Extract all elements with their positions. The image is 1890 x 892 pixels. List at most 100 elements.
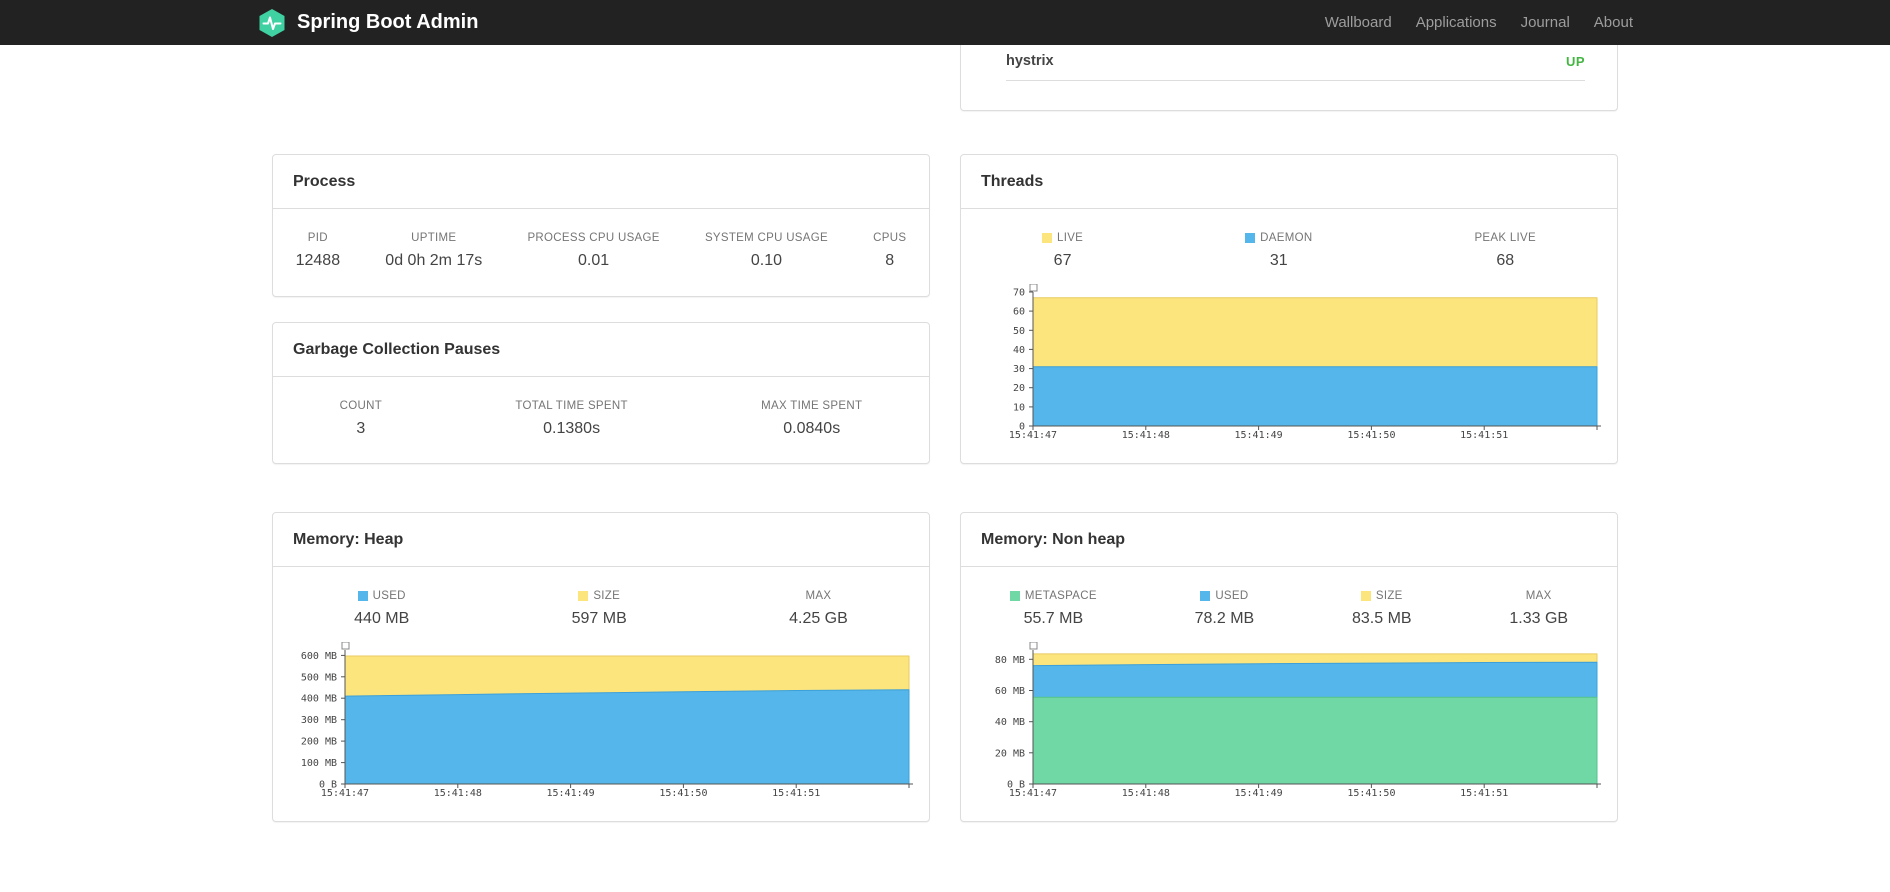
svg-text:15:41:51: 15:41:51 [1460, 430, 1508, 441]
svg-text:15:41:48: 15:41:48 [1122, 788, 1170, 799]
legend-swatch-daemon [1245, 233, 1256, 243]
stat-label: PID [307, 232, 328, 244]
svg-text:40 MB: 40 MB [995, 717, 1025, 728]
legend-swatch-size [578, 591, 589, 601]
stat-label: CPUS [873, 232, 907, 244]
legend-label: MAX [805, 590, 832, 602]
stat-label: UPTIME [411, 232, 457, 244]
process-panel: Process PID 12488 UPTIME 0d 0h 2m 17s PR… [272, 154, 930, 297]
application-status-row[interactable]: hystrix UP [1006, 45, 1585, 81]
legend-text: DAEMON [1260, 232, 1313, 244]
stat-system-cpu-usage: SYSTEM CPU USAGE 0.10 [705, 232, 828, 270]
stat-gc-total-time: TOTAL TIME SPENT 0.1380s [515, 400, 627, 438]
stat-uptime: UPTIME 0d 0h 2m 17s [385, 232, 482, 270]
legend-swatch-metaspace [1009, 591, 1020, 601]
status-badge: UP [1565, 53, 1585, 69]
legend-value: 83.5 MB [1351, 610, 1412, 627]
legend-text: USED [372, 590, 406, 602]
threads-panel: Threads LIVE 67 DAEMON 31 PEAK LIVE 68 0… [960, 154, 1618, 464]
legend-label: DAEMON [1245, 232, 1312, 244]
legend-value: 31 [1269, 252, 1288, 269]
svg-text:15:41:50: 15:41:50 [1347, 430, 1395, 441]
memory-nonheap-chart: 0 B 20 MB 40 MB 60 MB 80 MB 15:41:47 15:41:48 1… [961, 641, 1617, 812]
memory-heap-panel-title: Memory: Heap [273, 513, 929, 567]
stat-value: 12488 [295, 252, 341, 269]
nav-item-applications[interactable]: Applications [1404, 14, 1509, 31]
legend-value: 67 [1053, 252, 1072, 269]
legend-value: 78.2 MB [1194, 610, 1255, 627]
legend-nonheap-size: SIZE 83.5 MB [1352, 590, 1412, 628]
legend-value: 1.33 GB [1509, 610, 1569, 627]
svg-text:40: 40 [1013, 345, 1025, 356]
memory-nonheap-panel: Memory: Non heap METASPACE 55.7 MB USED … [960, 512, 1618, 822]
nav-item-journal[interactable]: Journal [1509, 14, 1582, 31]
stat-gc-max-time: MAX TIME SPENT 0.0840s [761, 400, 862, 438]
threads-chart: 0 10 20 30 40 50 60 70 15:41:47 15:41:48 15:41:49 1… [961, 283, 1617, 454]
svg-text:15:41:51: 15:41:51 [1460, 788, 1508, 799]
legend-label: LIVE [1042, 232, 1083, 244]
svg-text:80 MB: 80 MB [995, 655, 1025, 666]
stat-gc-count: COUNT 3 [340, 400, 382, 438]
legend-value: 440 MB [354, 610, 410, 627]
stat-pid: PID 12488 [296, 232, 341, 270]
memory-nonheap-panel-title: Memory: Non heap [961, 513, 1617, 567]
left-column: Process PID 12488 UPTIME 0d 0h 2m 17s PR… [257, 45, 945, 822]
legend-label: SIZE [572, 590, 627, 602]
svg-text:15:41:47: 15:41:47 [1009, 430, 1057, 441]
svg-text:15:41:48: 15:41:48 [1122, 430, 1170, 441]
legend-metaspace: METASPACE 55.7 MB [1009, 590, 1097, 628]
navbar: Spring Boot Admin Wallboard Applications… [0, 0, 1890, 45]
gc-panel: Garbage Collection Pauses COUNT 3 TOTAL … [272, 322, 930, 464]
stat-value: 3 [356, 420, 366, 437]
stat-process-cpu-usage: PROCESS CPU USAGE 0.01 [527, 232, 659, 270]
legend-text: METASPACE [1024, 590, 1097, 602]
legend-text: SIZE [593, 590, 621, 602]
svg-text:15:41:49: 15:41:49 [547, 788, 595, 799]
legend-value: 597 MB [571, 610, 627, 627]
legend-swatch-used [357, 591, 368, 601]
svg-text:500 MB: 500 MB [301, 672, 337, 683]
stat-cpus: CPUS 8 [873, 232, 906, 270]
legend-daemon: DAEMON 31 [1245, 232, 1312, 270]
svg-text:60 MB: 60 MB [995, 686, 1025, 697]
memory-heap-chart: 0 B 100 MB 200 MB 300 MB 400 MB 500 MB 600 MB 1… [273, 641, 929, 812]
svg-text:60: 60 [1013, 307, 1025, 318]
legend-label: PEAK LIVE [1474, 232, 1536, 244]
legend-value: 4.25 GB [789, 610, 848, 627]
svg-text:30: 30 [1013, 364, 1025, 375]
application-status-panel: hystrix UP [960, 45, 1618, 111]
threads-panel-title: Threads [961, 155, 1617, 209]
nav-item-about[interactable]: About [1582, 14, 1633, 31]
legend-label: MAX [1525, 590, 1552, 602]
legend-swatch-size [1360, 591, 1371, 601]
legend-peak-live: PEAK LIVE 68 [1474, 232, 1536, 270]
brand-link[interactable]: Spring Boot Admin [257, 8, 478, 38]
legend-label: SIZE [1352, 590, 1412, 602]
svg-text:100 MB: 100 MB [301, 758, 337, 769]
svg-text:50: 50 [1013, 326, 1025, 337]
legend-live: LIVE 67 [1042, 232, 1083, 270]
process-stats: PID 12488 UPTIME 0d 0h 2m 17s PROCESS CP… [273, 209, 929, 270]
right-column: hystrix UP Threads LIVE 67 DAEMON 31 PEA… [945, 45, 1633, 822]
legend-nonheap-used: USED 78.2 MB [1195, 590, 1255, 628]
svg-text:300 MB: 300 MB [301, 715, 337, 726]
legend-label: USED [1195, 590, 1255, 602]
stat-value: 0.1380s [543, 420, 601, 437]
stat-label: MAX TIME SPENT [761, 400, 863, 412]
legend-value: 68 [1496, 252, 1515, 269]
process-panel-title: Process [273, 155, 929, 209]
legend-label: USED [354, 590, 409, 602]
legend-nonheap-max: MAX 1.33 GB [1509, 590, 1568, 628]
legend-heap-max: MAX 4.25 GB [789, 590, 848, 628]
svg-text:10: 10 [1013, 402, 1025, 413]
nav-item-wallboard[interactable]: Wallboard [1313, 14, 1404, 31]
svg-text:15:41:48: 15:41:48 [434, 788, 482, 799]
application-name[interactable]: hystrix [1006, 53, 1054, 69]
gc-stats: COUNT 3 TOTAL TIME SPENT 0.1380s MAX TIM… [273, 377, 929, 438]
nav-menu: Wallboard Applications Journal About [1313, 14, 1633, 31]
legend-heap-used: USED 440 MB [354, 590, 409, 628]
svg-text:400 MB: 400 MB [301, 694, 337, 705]
svg-text:15:41:51: 15:41:51 [772, 788, 820, 799]
stat-label: PROCESS CPU USAGE [527, 232, 660, 244]
nonheap-legend: METASPACE 55.7 MB USED 78.2 MB SIZE 83.5… [961, 567, 1617, 628]
